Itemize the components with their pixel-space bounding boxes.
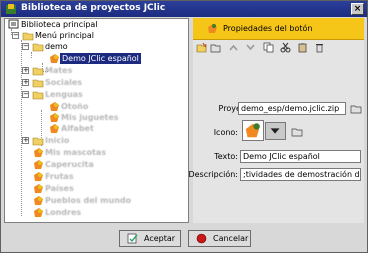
folder-open-icon	[32, 91, 44, 100]
jclic-app-icon	[6, 4, 16, 14]
descripcion-label: Descripción:	[188, 170, 238, 179]
expand-toggle[interactable]: +	[22, 79, 29, 86]
collapse-toggle[interactable]: −	[22, 43, 29, 50]
expand-toggle[interactable]: +	[22, 67, 29, 74]
project-icon	[34, 196, 43, 205]
paste-icon[interactable]	[297, 42, 308, 53]
dialog-window: Biblioteca de proyectos JClic × Bibliote…	[0, 0, 368, 253]
project-icon	[34, 208, 43, 217]
title-bar: Biblioteca de proyectos JClic ×	[1, 1, 367, 17]
proyecto-field[interactable]: demo_esp/demo.jclic.zip	[238, 102, 346, 115]
folder-open-icon	[32, 43, 44, 52]
project-icon	[34, 148, 43, 157]
icon-dropdown[interactable]	[265, 122, 286, 140]
project-icon	[50, 113, 59, 122]
copy-icon[interactable]	[263, 42, 274, 53]
properties-header: Propiedades del botón	[193, 18, 364, 40]
texto-label: Texto:	[214, 152, 238, 161]
project-icon	[50, 124, 59, 133]
cancel-button[interactable]: Cancelar	[188, 230, 251, 247]
project-icon	[34, 172, 43, 181]
icon-preview	[242, 120, 264, 141]
folder-open-icon	[22, 32, 34, 41]
accept-button[interactable]: Aceptar	[119, 230, 181, 247]
properties-panel: Propiedades del botón Proyecto: demo_esp…	[188, 18, 364, 223]
browse-folder-icon[interactable]	[350, 104, 362, 114]
browse-icon-folder-icon[interactable]	[291, 127, 303, 137]
texto-field[interactable]: Demo JClic español	[240, 150, 361, 163]
new-project-icon[interactable]	[196, 42, 207, 53]
folder-icon	[32, 79, 44, 88]
project-icon	[50, 102, 59, 111]
cancel-icon	[196, 233, 207, 244]
icono-label: Icono:	[213, 128, 238, 137]
library-tree[interactable]: Biblioteca principal − Menú principal − …	[4, 18, 189, 223]
library-icon	[8, 19, 19, 29]
descripcion-field[interactable]: ;tividades de demostración de JClic	[240, 168, 361, 181]
collapse-toggle[interactable]: −	[12, 32, 19, 39]
collapse-toggle[interactable]: −	[22, 91, 29, 98]
folder-icon	[32, 137, 44, 146]
chevron-down-icon	[270, 128, 280, 134]
close-button[interactable]: ×	[351, 3, 364, 15]
move-down-icon[interactable]	[245, 42, 256, 53]
accept-icon	[127, 233, 138, 244]
project-icon	[208, 24, 217, 33]
folder-icon	[32, 67, 44, 76]
delete-icon[interactable]	[314, 42, 325, 53]
cut-icon[interactable]	[280, 42, 291, 53]
expand-toggle[interactable]: +	[22, 137, 29, 144]
window-title: Biblioteca de proyectos JClic	[21, 3, 166, 13]
project-icon	[245, 123, 260, 138]
project-icon	[50, 54, 59, 63]
new-folder-icon[interactable]	[210, 42, 221, 53]
dialog-footer: Aceptar Cancelar	[1, 223, 367, 252]
move-up-icon[interactable]	[228, 42, 239, 53]
project-icon	[34, 160, 43, 169]
tree-toolbar	[193, 40, 364, 56]
project-icon	[34, 184, 43, 193]
